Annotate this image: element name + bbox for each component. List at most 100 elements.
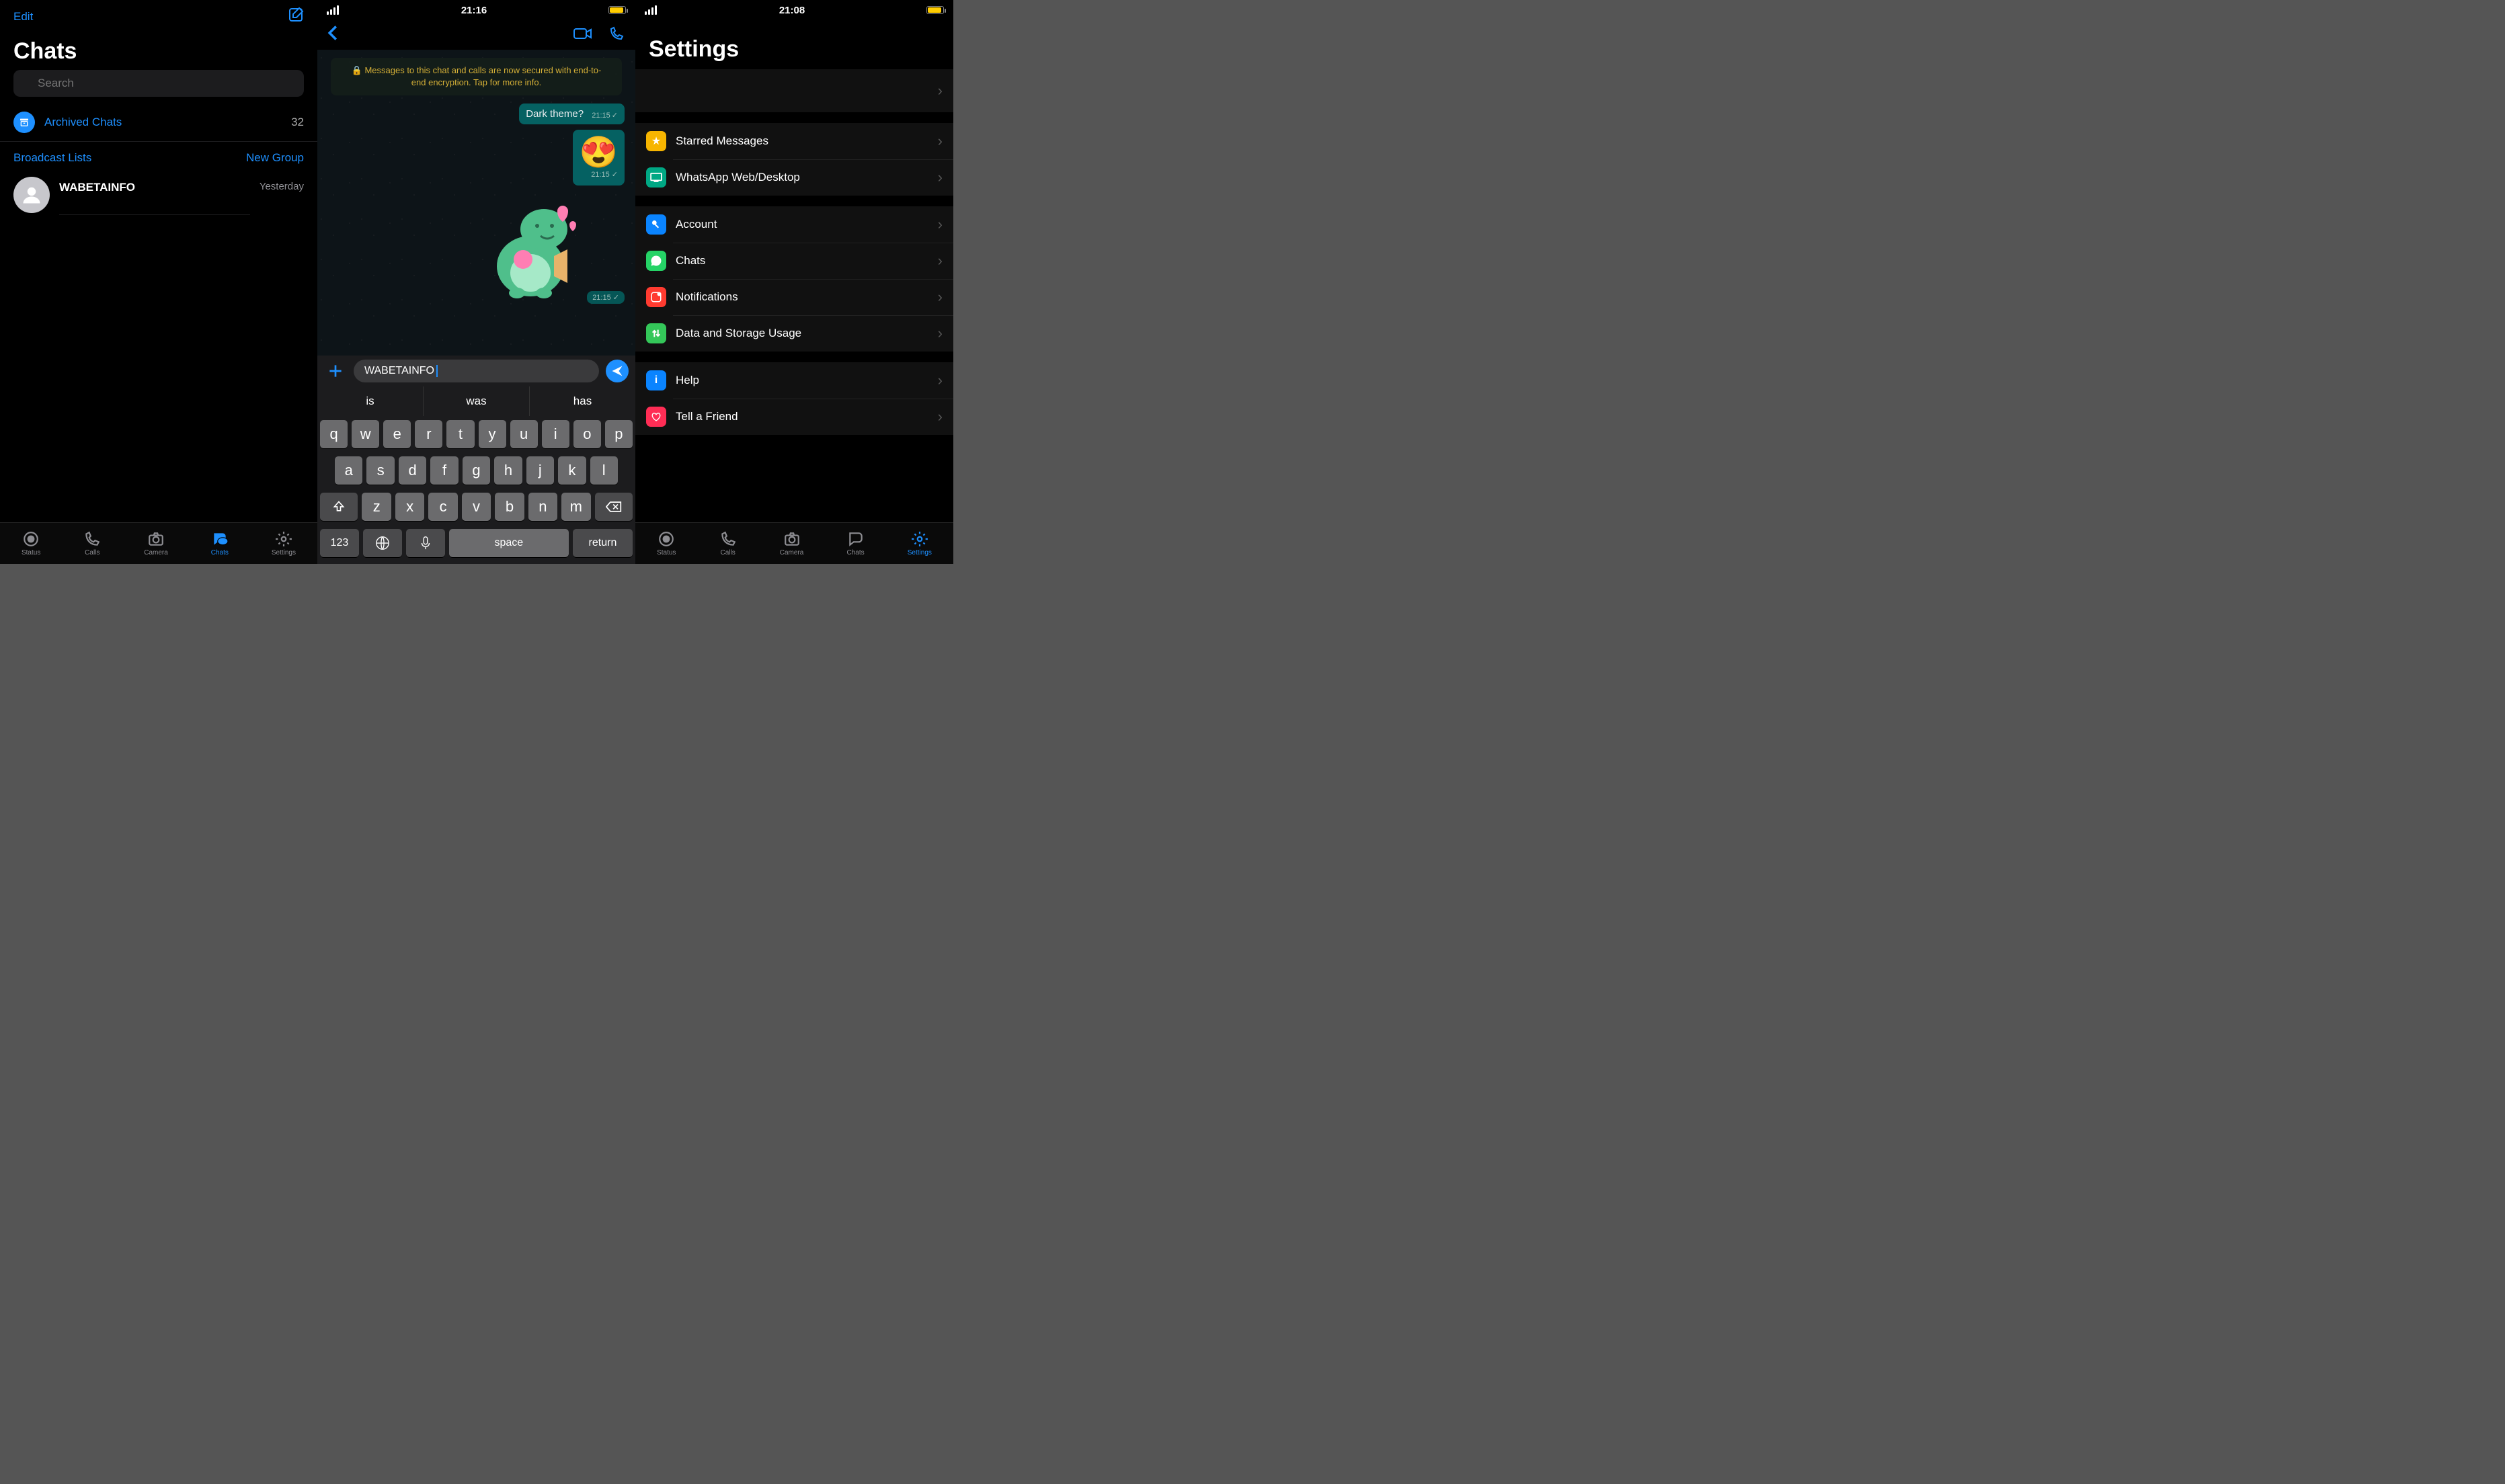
key[interactable]: r	[415, 420, 442, 448]
broadcast-lists-button[interactable]: Broadcast Lists	[13, 151, 91, 165]
settings-notifications[interactable]: Notifications ›	[635, 279, 953, 315]
settings-account[interactable]: Account ›	[635, 206, 953, 243]
tab-calls[interactable]: Calls	[719, 530, 737, 556]
suggestion[interactable]: was	[424, 386, 530, 416]
settings-label: Starred Messages	[676, 134, 938, 148]
key[interactable]: l	[590, 456, 618, 485]
mic-key[interactable]	[406, 529, 445, 557]
message-input-value: WABETAINFO	[364, 365, 434, 377]
backspace-key[interactable]	[595, 493, 633, 521]
settings-chats[interactable]: Chats ›	[635, 243, 953, 279]
key[interactable]: q	[320, 420, 348, 448]
chats-screen: Edit Chats Archived Chats 32 Broadcast L…	[0, 0, 317, 564]
attach-button[interactable]	[324, 360, 347, 382]
tab-camera[interactable]: Camera	[144, 530, 168, 556]
key[interactable]: x	[395, 493, 424, 521]
battery-icon	[926, 6, 944, 14]
key[interactable]: z	[362, 493, 391, 521]
key[interactable]: h	[494, 456, 522, 485]
key[interactable]: m	[561, 493, 590, 521]
key[interactable]: k	[558, 456, 586, 485]
settings-starred[interactable]: ★ Starred Messages ›	[635, 123, 953, 159]
signal-icon	[645, 5, 658, 15]
settings-label: Notifications	[676, 290, 938, 304]
tab-chats[interactable]: Chats	[211, 530, 229, 556]
tab-settings[interactable]: Settings	[908, 530, 932, 556]
key[interactable]: a	[335, 456, 362, 485]
chevron-right-icon: ›	[938, 372, 943, 389]
settings-label: Tell a Friend	[676, 410, 938, 423]
search-field[interactable]	[0, 70, 317, 104]
tab-camera[interactable]: Camera	[780, 530, 804, 556]
key[interactable]: n	[528, 493, 557, 521]
chat-timestamp: Yesterday	[260, 177, 304, 192]
chevron-right-icon: ›	[938, 169, 943, 186]
encryption-banner[interactable]: 🔒 Messages to this chat and calls are no…	[331, 58, 622, 95]
key[interactable]: p	[605, 420, 633, 448]
star-icon: ★	[646, 131, 666, 151]
key[interactable]: w	[352, 420, 379, 448]
numbers-key[interactable]: 123	[320, 529, 359, 557]
new-group-button[interactable]: New Group	[246, 151, 304, 165]
search-input[interactable]	[13, 70, 304, 97]
compose-icon[interactable]	[288, 7, 304, 26]
chat-list-item[interactable]: WABETAINFO Yesterday	[0, 174, 317, 223]
key[interactable]: b	[495, 493, 524, 521]
globe-key[interactable]	[363, 529, 402, 557]
settings-help[interactable]: i Help ›	[635, 362, 953, 399]
whatsapp-icon	[646, 251, 666, 271]
key[interactable]: e	[383, 420, 411, 448]
settings-label: Account	[676, 218, 938, 231]
space-key[interactable]: space	[449, 529, 569, 557]
settings-web[interactable]: WhatsApp Web/Desktop ›	[635, 159, 953, 196]
tab-label: Camera	[144, 549, 168, 556]
edit-button[interactable]: Edit	[13, 10, 33, 24]
broadcast-row: Broadcast Lists New Group	[0, 142, 317, 174]
suggestion-row: is was has	[317, 386, 635, 416]
tab-label: Status	[22, 549, 40, 556]
nav-bar: Edit	[0, 0, 317, 26]
send-button[interactable]	[606, 360, 629, 382]
tab-chats[interactable]: Chats	[846, 530, 864, 556]
video-call-icon[interactable]	[573, 26, 592, 45]
tab-status[interactable]: Status	[22, 530, 40, 556]
profile-row[interactable]: ›	[635, 69, 953, 112]
tab-calls[interactable]: Calls	[83, 530, 101, 556]
heart-eyes-emoji: 😍	[580, 136, 618, 167]
suggestion[interactable]: has	[530, 386, 635, 416]
suggestion[interactable]: is	[317, 386, 424, 416]
shift-key[interactable]	[320, 493, 358, 521]
outgoing-message-emoji[interactable]: 😍 21:15	[573, 130, 625, 186]
key[interactable]: s	[366, 456, 394, 485]
chevron-right-icon: ›	[938, 216, 943, 233]
key[interactable]: g	[463, 456, 490, 485]
key[interactable]: o	[573, 420, 601, 448]
key[interactable]: d	[399, 456, 426, 485]
settings-tell-friend[interactable]: Tell a Friend ›	[635, 399, 953, 435]
arrows-icon	[646, 323, 666, 343]
key[interactable]: i	[542, 420, 569, 448]
settings-data[interactable]: Data and Storage Usage ›	[635, 315, 953, 352]
key[interactable]: v	[462, 493, 491, 521]
key[interactable]: y	[479, 420, 506, 448]
return-key[interactable]: return	[573, 529, 633, 557]
key[interactable]: f	[430, 456, 458, 485]
tab-settings[interactable]: Settings	[272, 530, 296, 556]
conversation-screen: 21:16 🔒 Messages to this chat and calls …	[317, 0, 635, 564]
archived-chats-row[interactable]: Archived Chats 32	[0, 104, 317, 142]
message-input[interactable]: WABETAINFO	[354, 360, 599, 382]
tab-status[interactable]: Status	[657, 530, 676, 556]
check-icon	[613, 294, 619, 302]
back-button[interactable]	[327, 24, 339, 46]
key-icon	[646, 214, 666, 235]
tab-label: Chats	[211, 549, 229, 556]
outgoing-message[interactable]: Dark theme? 21:15	[519, 104, 625, 124]
key[interactable]: j	[526, 456, 554, 485]
tab-bar: Status Calls Camera Chats Settings	[0, 522, 317, 564]
key[interactable]: c	[428, 493, 457, 521]
key[interactable]: u	[510, 420, 538, 448]
compose-bar: WABETAINFO	[317, 356, 635, 386]
audio-call-icon[interactable]	[607, 26, 626, 45]
key[interactable]: t	[446, 420, 474, 448]
outgoing-sticker[interactable]: 21:15	[477, 192, 625, 304]
